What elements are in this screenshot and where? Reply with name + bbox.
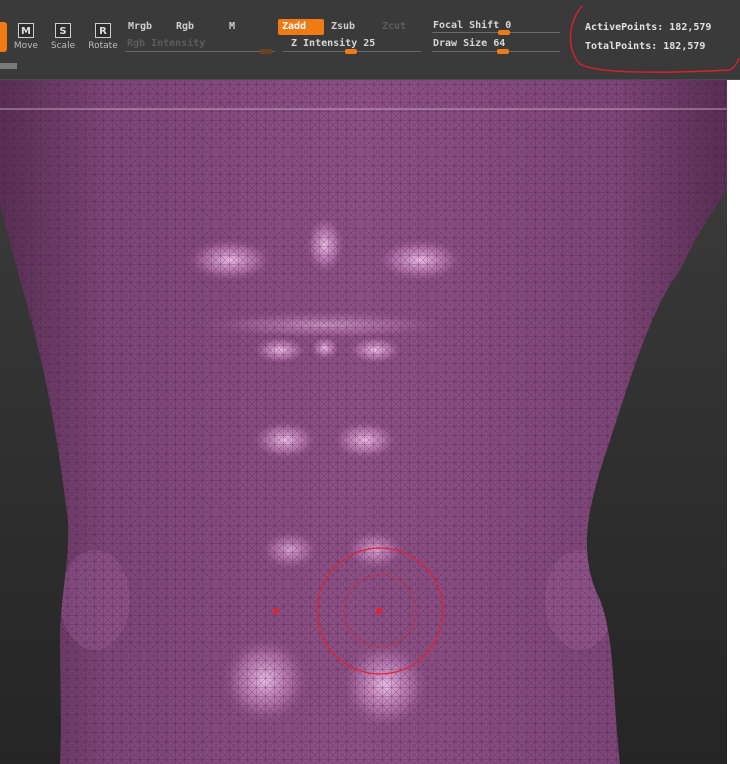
- rotate-tool-button[interactable]: R Rotate: [85, 22, 121, 54]
- viewport-edge: [727, 80, 740, 764]
- rgb-intensity-knob[interactable]: [260, 49, 272, 54]
- annotation-circle: [569, 5, 740, 73]
- zadd-button[interactable]: Zadd: [278, 19, 324, 35]
- sculpt-mesh[interactable]: [0, 80, 727, 764]
- move-tool-button[interactable]: M Move: [8, 22, 44, 54]
- draw-size-name: Draw Size: [433, 38, 488, 49]
- mrgb-button[interactable]: Mrgb: [124, 19, 168, 35]
- rgb-intensity-label: Rgb Intensity: [127, 38, 206, 49]
- zsub-button[interactable]: Zsub: [327, 19, 373, 35]
- z-intensity-value: 25: [363, 38, 376, 49]
- edit-mode-button[interactable]: [0, 22, 7, 52]
- z-intensity-label: Z Intensity 25: [291, 38, 375, 49]
- z-intensity-name: Z Intensity: [291, 38, 358, 49]
- focal-shift-name: Focal Shift: [433, 20, 500, 31]
- draw-size-slider[interactable]: [432, 51, 560, 52]
- scale-icon: S: [55, 23, 71, 38]
- move-label: Move: [13, 41, 39, 51]
- zcut-button[interactable]: Zcut: [378, 19, 418, 35]
- scale-label: Scale: [50, 41, 76, 51]
- draw-size-label: Draw Size 64: [433, 38, 505, 49]
- focal-shift-knob[interactable]: [498, 30, 510, 35]
- torso: [0, 80, 727, 764]
- m-button[interactable]: M: [225, 19, 270, 35]
- z-intensity-knob[interactable]: [345, 49, 357, 54]
- draw-size-knob[interactable]: [497, 49, 509, 54]
- move-icon: M: [18, 23, 34, 38]
- shelf-handle[interactable]: [0, 63, 17, 69]
- draw-size-value: 64: [493, 38, 506, 49]
- focal-shift-slider[interactable]: [432, 32, 560, 33]
- rgb-button[interactable]: Rgb: [172, 19, 222, 35]
- rotate-icon: R: [95, 23, 111, 38]
- rotate-label: Rotate: [88, 41, 118, 51]
- rgb-intensity-slider[interactable]: [125, 51, 275, 52]
- scale-tool-button[interactable]: S Scale: [45, 22, 81, 54]
- canvas-viewport[interactable]: [0, 80, 727, 764]
